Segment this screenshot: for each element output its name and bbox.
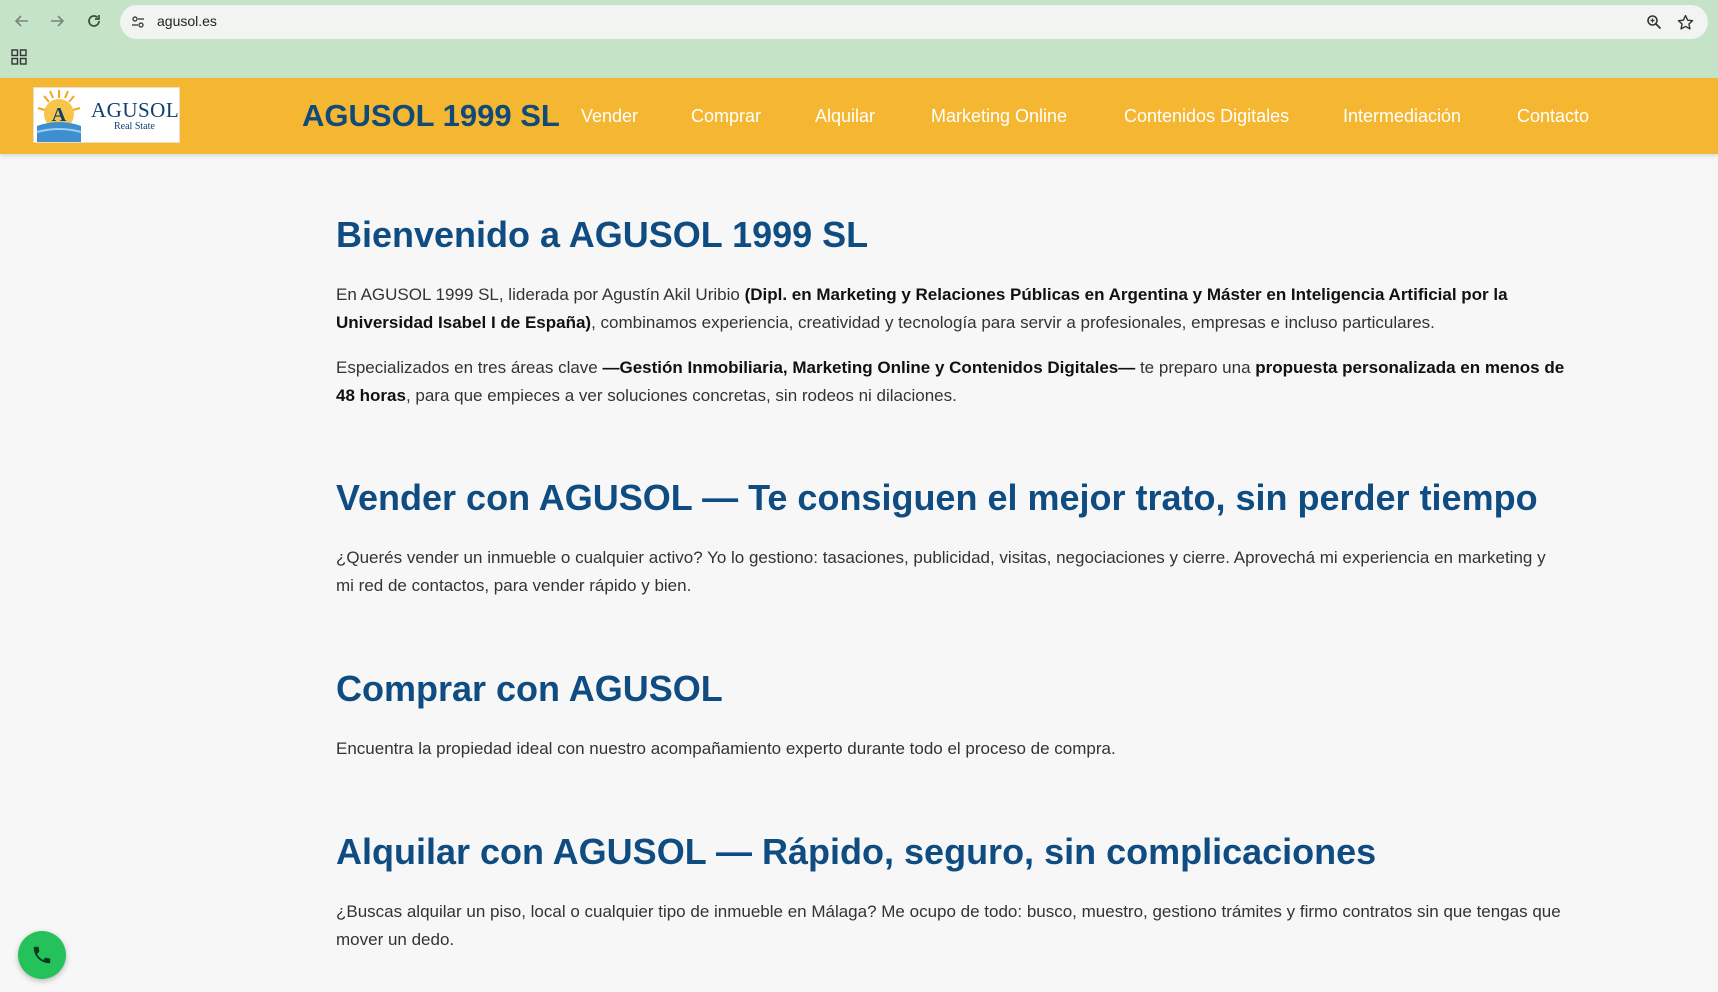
logo-text: AGUSOL [91, 98, 180, 122]
nav-contacto[interactable]: Contacto [1517, 106, 1589, 127]
nav-vender[interactable]: Vender [581, 106, 638, 127]
back-arrow-icon[interactable] [11, 10, 33, 32]
vender-text: ¿Querés vender un inmueble o cualquier a… [336, 548, 1546, 595]
comprar-title: Comprar con AGUSOL [336, 668, 723, 709]
welcome-paragraph-2: Especializados en tres áreas clave —Gest… [336, 358, 1565, 405]
nav-alquilar[interactable]: Alquilar [815, 106, 875, 127]
brand-name[interactable]: AGUSOL 1999 SL [302, 98, 560, 134]
site-info-icon[interactable] [128, 12, 148, 32]
reload-icon[interactable] [83, 10, 105, 32]
nav-marketing-online[interactable]: Marketing Online [931, 106, 1067, 127]
phone-icon [33, 946, 51, 964]
alquilar-text: ¿Buscas alquilar un piso, local o cualqu… [336, 902, 1561, 949]
welcome-paragraph-1: En AGUSOL 1999 SL, liderada por Agustín … [336, 285, 1508, 332]
logo-subtext: Real State [114, 121, 155, 132]
vender-title: Vender con AGUSOL — Te consiguen el mejo… [336, 477, 1538, 518]
url-text[interactable]: agusol.es [157, 13, 217, 29]
site-header: A AGUSOL Real State AGUSOL 1999 SL Vende… [0, 78, 1718, 154]
alquilar-title: Alquilar con AGUSOL — Rápido, seguro, si… [336, 831, 1377, 872]
bookmark-star-icon[interactable] [1675, 12, 1695, 32]
welcome-title: Bienvenido a AGUSOL 1999 SL [336, 214, 869, 255]
svg-text:A: A [52, 104, 67, 126]
address-bar[interactable]: agusol.es [120, 5, 1708, 39]
browser-toolbar: agusol.es [0, 0, 1718, 78]
nav-intermediacion[interactable]: Intermediación [1343, 106, 1461, 127]
comprar-text: Encuentra la propiedad ideal con nuestro… [336, 739, 1116, 758]
nav-contenidos-digitales[interactable]: Contenidos Digitales [1124, 106, 1289, 127]
forward-arrow-icon[interactable] [46, 10, 68, 32]
zoom-icon[interactable] [1644, 12, 1664, 32]
apps-grid-icon[interactable] [11, 49, 27, 65]
site-logo[interactable]: A AGUSOL Real State [33, 87, 180, 143]
nav-comprar[interactable]: Comprar [691, 106, 761, 127]
phone-call-button[interactable] [18, 931, 66, 979]
